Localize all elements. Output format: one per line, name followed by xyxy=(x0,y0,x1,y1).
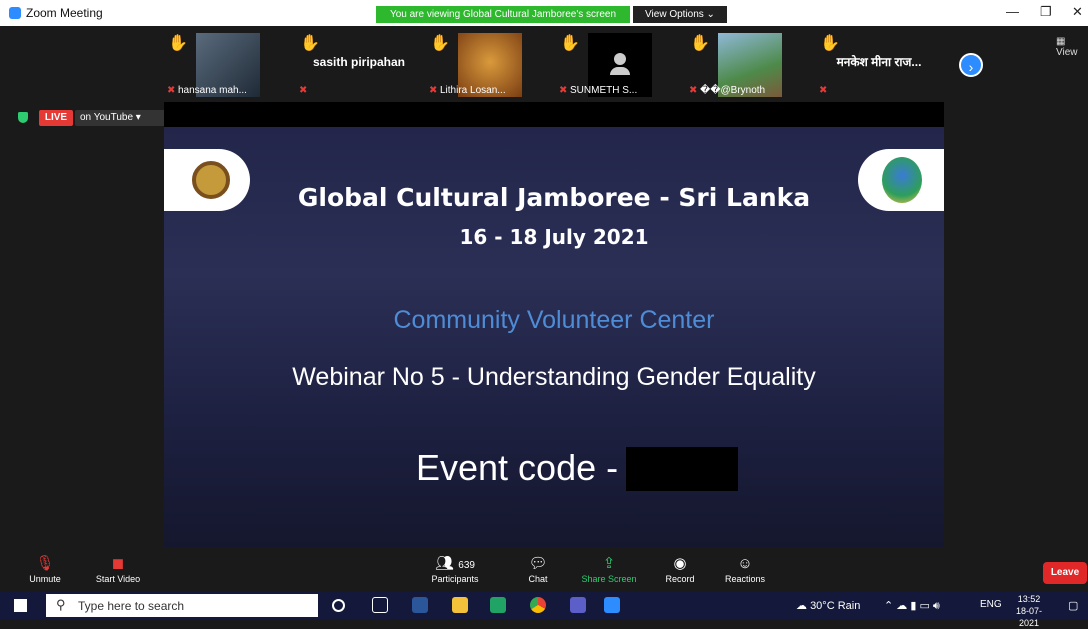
muted-mic-icon: ✖ xyxy=(299,85,308,96)
raised-hand-icon: ✋ xyxy=(430,35,450,52)
raised-hand-icon: ✋ xyxy=(168,35,188,52)
muted-mic-icon: ✖ xyxy=(167,85,176,96)
clock-date: 18-07-2021 xyxy=(1015,606,1042,628)
participant-name: ��@Brynoth xyxy=(700,85,766,96)
leave-button[interactable]: Leave xyxy=(1043,562,1087,584)
live-platform-dropdown[interactable]: on YouTube ▾ xyxy=(75,110,165,126)
muted-mic-icon: ✖ xyxy=(689,85,698,96)
clock-time: 13:52 xyxy=(1017,594,1041,604)
muted-microphone-icon: 🎙︎ xyxy=(35,555,55,572)
weather-text: 30°C Rain xyxy=(810,600,861,612)
search-icon: ⚲ xyxy=(56,597,66,612)
minimize-button[interactable]: — xyxy=(1006,4,1019,19)
record-label: Record xyxy=(665,574,695,584)
input-language-indicator[interactable]: ENG xyxy=(980,599,1002,610)
participant-display-name: sasith piripahan xyxy=(312,55,406,69)
participant-tile[interactable]: ✋ ✖ Lithira Losan... xyxy=(426,31,552,103)
participants-label: Participants xyxy=(431,574,479,584)
share-screen-button[interactable]: ⇪ Share Screen xyxy=(576,554,642,584)
participants-button[interactable]: 👥︎ 639 Participants xyxy=(424,554,486,584)
chrome-browser-icon[interactable] xyxy=(530,597,546,613)
shared-screen: Global Cultural Jamboree - Sri Lanka 16 … xyxy=(164,102,944,547)
participant-tile[interactable]: ✋ ✖ SUNMETH S... xyxy=(556,31,682,103)
presentation-slide: Global Cultural Jamboree - Sri Lanka 16 … xyxy=(164,127,944,547)
participant-tile[interactable]: ✋ sasith piripahan ✖ xyxy=(296,31,422,103)
participant-tile[interactable]: ✋ ✖ ��@Brynoth xyxy=(686,31,812,103)
smiley-icon: ☺ xyxy=(737,555,753,572)
person-avatar-icon xyxy=(614,53,626,65)
record-icon: ◉ xyxy=(673,555,687,572)
view-layout-button[interactable]: ▦ View xyxy=(1056,36,1088,58)
system-clock[interactable]: 13:52 18-07-2021 xyxy=(1009,593,1049,629)
file-explorer-icon[interactable] xyxy=(452,597,468,613)
view-layout-label: View xyxy=(1056,47,1078,58)
raised-hand-icon: ✋ xyxy=(300,35,320,52)
taskbar-search-box[interactable]: ⚲ Type here to search xyxy=(46,594,318,617)
close-button[interactable]: ✕ xyxy=(1072,4,1083,20)
windows-taskbar: ⚲ Type here to search ☁ 30°C Rain ⌃ ☁ ▮ … xyxy=(0,592,1088,628)
participant-name: Lithira Losan... xyxy=(440,85,506,96)
share-screen-icon: ⇪ xyxy=(602,555,616,572)
participant-name: hansana mah... xyxy=(178,85,247,96)
raised-hand-icon: ✋ xyxy=(820,35,840,52)
redacted-event-code xyxy=(626,447,738,491)
muted-mic-icon: ✖ xyxy=(429,85,438,96)
chat-label: Chat xyxy=(528,574,548,584)
slide-title: Global Cultural Jamboree - Sri Lanka xyxy=(297,183,811,212)
zoom-app-icon xyxy=(9,7,21,19)
window-title: Zoom Meeting xyxy=(26,6,103,20)
share-screen-label: Share Screen xyxy=(581,574,637,584)
screen-share-banner: You are viewing Global Cultural Jamboree… xyxy=(376,6,630,23)
encryption-shield-icon[interactable] xyxy=(18,112,28,123)
reactions-label: Reactions xyxy=(724,574,766,584)
task-view-icon[interactable] xyxy=(372,597,388,613)
slide-event-code-label: Event code - xyxy=(416,447,619,488)
unmute-button[interactable]: 🎙︎ Unmute xyxy=(24,554,66,584)
participants-icon: 👥︎ 639 xyxy=(435,555,475,572)
excel-app-icon[interactable] xyxy=(490,597,506,613)
slide-dates: 16 - 18 July 2021 xyxy=(459,225,649,249)
word-app-icon[interactable] xyxy=(412,597,428,613)
participant-name: SUNMETH S... xyxy=(570,85,638,96)
meeting-controls-bar: 🎙︎ Unmute ◼ Start Video 👥︎ 639 Participa… xyxy=(0,552,1088,592)
video-off-icon: ◼ xyxy=(111,555,125,572)
system-tray-icons[interactable]: ⌃ ☁ ▮ ▭ 🔊︎ xyxy=(884,599,940,613)
notification-center-icon[interactable]: ▢ xyxy=(1068,599,1078,612)
meeting-stage: ✋ ✖ hansana mah... ✋ sasith piripahan ✖ … xyxy=(0,26,1088,592)
teams-app-icon[interactable] xyxy=(570,597,586,613)
participant-display-name: मनकेश मीना राज... xyxy=(836,55,922,69)
chat-bubble-icon: 💬︎ xyxy=(528,555,548,572)
zoom-taskbar-icon[interactable] xyxy=(604,597,620,613)
raised-hand-icon: ✋ xyxy=(560,35,580,52)
person-avatar-body xyxy=(610,67,630,75)
muted-mic-icon: ✖ xyxy=(559,85,568,96)
slide-webinar-title: Webinar No 5 - Understanding Gender Equa… xyxy=(292,363,816,391)
live-badge: LIVE xyxy=(39,110,73,126)
view-options-button[interactable]: View Options ⌄ xyxy=(633,6,727,23)
reactions-button[interactable]: ☺ Reactions xyxy=(720,554,770,584)
start-video-button[interactable]: ◼ Start Video xyxy=(90,554,146,584)
chat-button[interactable]: 💬︎ Chat xyxy=(522,554,554,584)
slide-subtitle: Community Volunteer Center xyxy=(393,306,715,334)
windows-start-icon[interactable] xyxy=(14,599,27,612)
raised-hand-icon: ✋ xyxy=(690,35,710,52)
start-video-label: Start Video xyxy=(95,574,141,584)
window-titlebar: Zoom Meeting You are viewing Global Cult… xyxy=(0,0,1088,26)
participant-count: 639 xyxy=(458,560,475,571)
restore-button[interactable]: ❐ xyxy=(1040,4,1052,20)
unmute-label: Unmute xyxy=(29,574,61,584)
next-page-arrow-icon[interactable]: › xyxy=(959,53,983,77)
search-placeholder: Type here to search xyxy=(78,599,185,613)
muted-mic-icon: ✖ xyxy=(819,85,828,96)
cortana-icon[interactable] xyxy=(332,599,345,612)
participant-tile[interactable]: ✋ मनकेश मीना राज... ✖ xyxy=(816,31,942,103)
record-button[interactable]: ◉ Record xyxy=(660,554,700,584)
participant-tile[interactable]: ✋ ✖ hansana mah... xyxy=(164,31,290,103)
weather-widget[interactable]: ☁ 30°C Rain xyxy=(796,599,860,612)
